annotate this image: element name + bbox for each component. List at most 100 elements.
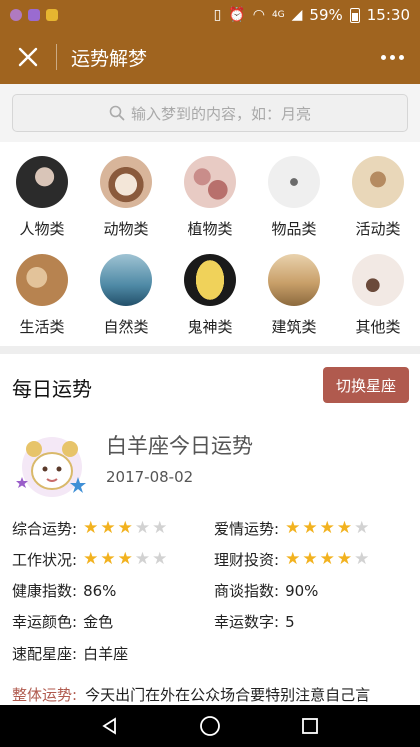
daily-title: 每日运势 bbox=[12, 377, 92, 401]
category-ghost[interactable]: 鬼神类 bbox=[168, 246, 252, 344]
close-button[interactable] bbox=[0, 30, 56, 84]
back-triangle-icon bbox=[102, 717, 116, 735]
animal-thumb-icon bbox=[100, 156, 152, 208]
star-filled-icon: ★ bbox=[117, 549, 133, 569]
match-sign: 速配星座: 白羊座 bbox=[12, 643, 128, 664]
aries-sign-icon bbox=[16, 437, 86, 497]
category-label: 自然类 bbox=[103, 318, 149, 336]
star-filled-icon: ★ bbox=[100, 518, 116, 538]
category-life[interactable]: 生活类 bbox=[0, 246, 84, 344]
search-area: 输入梦到的内容，如：月亮 bbox=[0, 84, 420, 142]
star-filled-icon: ★ bbox=[285, 549, 301, 569]
star-empty-icon: ★ bbox=[354, 518, 370, 538]
home-button[interactable] bbox=[190, 706, 230, 746]
star-rating: ★ ★ ★ ★ ★ bbox=[83, 520, 167, 537]
page-title: 运势解梦 bbox=[71, 47, 148, 70]
search-input[interactable]: 输入梦到的内容，如：月亮 bbox=[12, 94, 408, 132]
info-value: 金色 bbox=[83, 613, 114, 631]
network-type: 4G bbox=[271, 10, 285, 20]
more-dot-icon bbox=[380, 54, 386, 60]
star-filled-icon: ★ bbox=[100, 549, 116, 569]
status-indicators: ▯ ⏰ ◠ 4G ◢ 59% 15:30 bbox=[214, 6, 410, 24]
section-divider bbox=[0, 346, 420, 354]
category-label: 人物类 bbox=[19, 220, 65, 238]
signal-icon: ◢ bbox=[291, 7, 303, 23]
category-item[interactable]: 物品类 bbox=[252, 148, 336, 246]
category-activity[interactable]: 活动类 bbox=[336, 148, 420, 246]
status-bar: ▯ ⏰ ◠ 4G ◢ 59% 15:30 bbox=[0, 0, 420, 30]
rating-label: 爱情运势: bbox=[214, 520, 280, 538]
recents-square-icon bbox=[302, 718, 318, 734]
close-icon bbox=[18, 47, 38, 67]
nav-divider bbox=[56, 44, 57, 70]
rating-finance: 理财投资: ★ ★ ★ ★ ★ bbox=[214, 549, 369, 570]
star-filled-icon: ★ bbox=[336, 518, 353, 538]
rating-work: 工作状况: ★ ★ ★ ★ ★ bbox=[12, 549, 167, 570]
category-label: 建筑类 bbox=[271, 318, 317, 336]
star-rating: ★ ★ ★ ★ ★ bbox=[285, 551, 369, 568]
info-value: 90% bbox=[285, 581, 319, 600]
rating-label: 理财投资: bbox=[214, 551, 280, 569]
notification-app-icon bbox=[46, 9, 58, 21]
category-grid: 人物类 动物类 植物类 物品类 活动类 生活类 自然类 鬼神类 建筑类 其他类 bbox=[0, 148, 420, 344]
status-notifications bbox=[10, 9, 58, 21]
switch-sign-button[interactable]: 切换星座 bbox=[323, 367, 409, 403]
notification-app-icon bbox=[10, 9, 22, 21]
info-label: 幸运数字: bbox=[214, 613, 280, 631]
star-empty-icon: ★ bbox=[152, 518, 168, 538]
star-empty-icon: ★ bbox=[134, 518, 151, 538]
lucky-number: 幸运数字: 5 bbox=[214, 611, 295, 632]
category-label: 动物类 bbox=[103, 220, 149, 238]
star-filled-icon: ★ bbox=[117, 518, 133, 538]
system-nav-bar bbox=[0, 705, 420, 747]
info-value: 86% bbox=[83, 581, 117, 600]
nature-thumb-icon bbox=[100, 254, 152, 306]
more-dot-icon bbox=[398, 54, 404, 60]
star-rating: ★ ★ ★ ★ ★ bbox=[285, 520, 369, 537]
battery-percent: 59% bbox=[309, 6, 343, 24]
more-button[interactable] bbox=[364, 30, 420, 84]
ghost-thumb-icon bbox=[184, 254, 236, 306]
category-animal[interactable]: 动物类 bbox=[84, 148, 168, 246]
lucky-color: 幸运颜色: 金色 bbox=[12, 611, 113, 632]
item-thumb-icon bbox=[268, 156, 320, 208]
rating-label: 综合运势: bbox=[12, 520, 78, 538]
category-other[interactable]: 其他类 bbox=[336, 246, 420, 344]
negotiation-index: 商谈指数: 90% bbox=[214, 580, 318, 601]
clock: 15:30 bbox=[366, 6, 410, 24]
notification-app-icon bbox=[28, 9, 40, 21]
overall-fortune-label: 整体运势: bbox=[12, 686, 78, 704]
building-thumb-icon bbox=[268, 254, 320, 306]
category-plant[interactable]: 植物类 bbox=[168, 148, 252, 246]
overall-fortune-text: 今天出门在外在公众场合要特别注意自己言 bbox=[85, 686, 371, 704]
star-filled-icon: ★ bbox=[302, 549, 318, 569]
star-filled-icon: ★ bbox=[83, 518, 99, 538]
category-label: 生活类 bbox=[19, 318, 65, 336]
sign-date: 2017-08-02 bbox=[106, 468, 194, 486]
person-thumb-icon bbox=[16, 156, 68, 208]
rating-love: 爱情运势: ★ ★ ★ ★ ★ bbox=[214, 518, 369, 539]
info-value: 5 bbox=[285, 612, 295, 631]
back-button[interactable] bbox=[90, 706, 130, 746]
star-filled-icon: ★ bbox=[319, 518, 335, 538]
info-label: 速配星座: bbox=[12, 645, 78, 663]
search-placeholder: 输入梦到的内容，如：月亮 bbox=[130, 104, 311, 123]
plant-thumb-icon bbox=[184, 156, 236, 208]
home-circle-icon bbox=[200, 716, 220, 736]
category-label: 其他类 bbox=[355, 318, 401, 336]
alarm-icon: ⏰ bbox=[228, 7, 246, 23]
star-filled-icon: ★ bbox=[302, 518, 318, 538]
category-person[interactable]: 人物类 bbox=[0, 148, 84, 246]
star-empty-icon: ★ bbox=[134, 549, 151, 569]
nav-bar: 运势解梦 bbox=[0, 30, 420, 84]
star-filled-icon: ★ bbox=[336, 549, 353, 569]
star-filled-icon: ★ bbox=[83, 549, 99, 569]
search-icon bbox=[109, 105, 125, 121]
star-empty-icon: ★ bbox=[152, 549, 168, 569]
star-filled-icon: ★ bbox=[319, 549, 335, 569]
recents-button[interactable] bbox=[290, 706, 330, 746]
category-building[interactable]: 建筑类 bbox=[252, 246, 336, 344]
category-nature[interactable]: 自然类 bbox=[84, 246, 168, 344]
category-label: 鬼神类 bbox=[187, 318, 233, 336]
life-thumb-icon bbox=[16, 254, 68, 306]
